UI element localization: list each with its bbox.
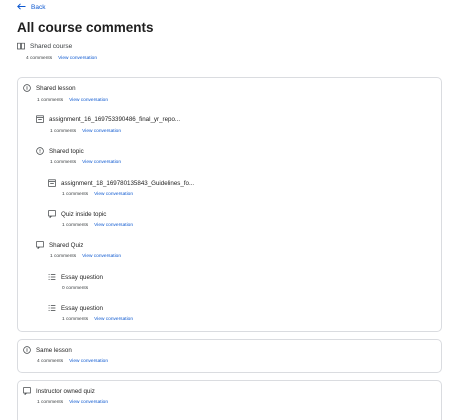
item-meta: 1 comments View conversation	[37, 98, 108, 103]
item-label: Instructor owned quiz	[36, 387, 95, 395]
content-card: Shared lesson 1 comments View conversati…	[17, 77, 442, 332]
view-conversation-link[interactable]: View conversation	[82, 160, 121, 165]
item-label: Quiz inside topic	[61, 210, 107, 218]
view-conversation-link[interactable]: View conversation	[94, 223, 133, 228]
item-label: assignment_18_169780135843_Guidelines_fo…	[61, 179, 195, 187]
item-meta: 1 comments View conversation	[37, 400, 108, 405]
quiz-icon	[23, 387, 31, 395]
comment-count: 1 comments	[50, 129, 77, 134]
tree-item-assignment[interactable]: assignment_16_169753390486_final_yr_repo…	[36, 115, 180, 123]
comment-count: 1 comments	[37, 98, 64, 103]
question-list-icon	[48, 304, 56, 312]
comment-count: 1 comments	[50, 160, 77, 165]
comment-count: 4 comments	[37, 359, 64, 364]
tree-item-quiz-inside-topic[interactable]: Quiz inside topic	[48, 210, 106, 218]
view-conversation-link[interactable]: View conversation	[82, 254, 121, 259]
item-meta: 1 comments View conversation	[62, 192, 133, 197]
topic-icon	[36, 147, 44, 155]
course-header: Shared course	[17, 42, 72, 50]
comment-count: 1 comments	[37, 400, 64, 405]
content-card: Same lesson 4 comments View conversation	[17, 339, 442, 373]
assignment-icon	[36, 115, 44, 123]
quiz-icon	[36, 241, 44, 249]
page-title: All course comments	[17, 20, 154, 35]
tree-item-assignment[interactable]: assignment_18_169780135843_Guidelines_fo…	[48, 179, 194, 187]
view-conversation-link[interactable]: View conversation	[69, 98, 108, 103]
tree-item-shared-lesson[interactable]: Shared lesson	[23, 84, 76, 92]
back-label: Back	[31, 4, 46, 11]
item-label: Shared Quiz	[49, 241, 84, 249]
tree-item-essay-question[interactable]: Essay question	[48, 304, 103, 312]
item-meta: 1 comments View conversation	[62, 317, 133, 322]
item-label: Same lesson	[36, 346, 72, 354]
content-card: Instructor owned quiz 1 comments View co…	[17, 380, 442, 420]
view-conversation-link[interactable]: View conversation	[94, 317, 133, 322]
comment-count: 1 comments	[62, 317, 89, 322]
lesson-icon	[23, 84, 31, 92]
item-meta: 0 comments	[62, 286, 88, 291]
lesson-icon	[23, 346, 31, 354]
question-list-icon	[48, 273, 56, 281]
item-label: Essay question	[61, 273, 103, 281]
item-label: Shared lesson	[36, 84, 76, 92]
item-meta: 4 comments View conversation	[37, 359, 108, 364]
tree-item-essay-question[interactable]: Essay question	[48, 273, 103, 281]
course-label: Shared course	[30, 42, 73, 50]
item-meta: 1 comments View conversation	[50, 254, 121, 259]
comment-count: 4 comments	[26, 56, 53, 61]
comment-count: 1 comments	[62, 192, 89, 197]
book-icon	[17, 42, 25, 50]
tree-item-same-lesson[interactable]: Same lesson	[23, 346, 72, 354]
comment-count: 0 comments	[62, 286, 89, 291]
item-meta: 1 comments View conversation	[50, 160, 121, 165]
item-meta: 1 comments View conversation	[50, 129, 121, 134]
arrow-left-icon	[17, 3, 26, 12]
tree-item-instructor-owned-quiz[interactable]: Instructor owned quiz	[23, 387, 95, 395]
view-conversation-link[interactable]: View conversation	[69, 400, 108, 405]
view-conversation-link[interactable]: View conversation	[69, 359, 108, 364]
item-label: assignment_16_169753390486_final_yr_repo…	[49, 115, 181, 123]
tree-item-shared-topic[interactable]: Shared topic	[36, 147, 84, 155]
view-conversation-link[interactable]: View conversation	[58, 56, 97, 61]
quiz-icon	[48, 210, 56, 218]
tree-item-shared-quiz[interactable]: Shared Quiz	[36, 241, 83, 249]
comment-count: 1 comments	[62, 223, 89, 228]
course-meta: 4 comments View conversation	[26, 56, 97, 61]
back-link[interactable]: Back	[17, 3, 45, 12]
page: Back All course comments Shared course 4…	[0, 0, 474, 420]
item-label: Shared topic	[49, 147, 84, 155]
assignment-icon	[48, 179, 56, 187]
view-conversation-link[interactable]: View conversation	[94, 192, 133, 197]
comment-count: 1 comments	[50, 254, 77, 259]
item-meta: 1 comments View conversation	[62, 223, 133, 228]
item-label: Essay question	[61, 304, 103, 312]
view-conversation-link[interactable]: View conversation	[82, 129, 121, 134]
